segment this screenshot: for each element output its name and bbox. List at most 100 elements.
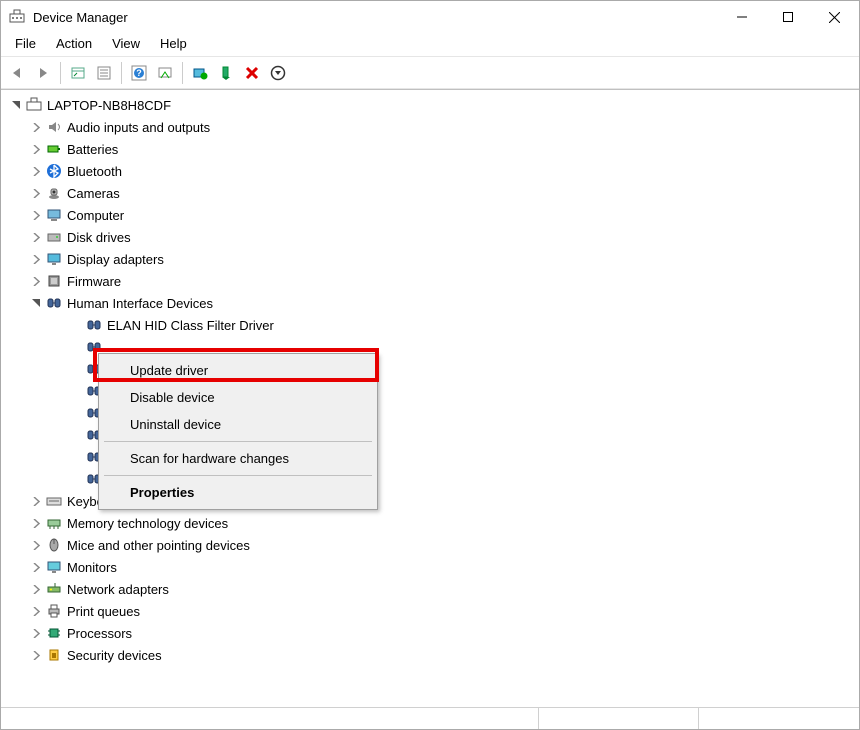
expand-icon[interactable] bbox=[29, 538, 43, 552]
tree-category[interactable]: Network adapters bbox=[3, 578, 857, 600]
tree-category-label: Display adapters bbox=[67, 252, 164, 267]
context-menu: Update driverDisable deviceUninstall dev… bbox=[98, 353, 378, 510]
computer-icon bbox=[45, 206, 63, 224]
tree-category-label: Mice and other pointing devices bbox=[67, 538, 250, 553]
expand-icon[interactable] bbox=[29, 164, 43, 178]
tree-category[interactable]: Batteries bbox=[3, 138, 857, 160]
tree-spacer bbox=[69, 450, 83, 464]
expand-icon[interactable] bbox=[29, 582, 43, 596]
app-icon bbox=[9, 9, 25, 25]
tree-category[interactable]: Human Interface Devices bbox=[3, 292, 857, 314]
forward-button[interactable] bbox=[31, 61, 55, 85]
close-button[interactable] bbox=[811, 2, 857, 32]
tree-spacer bbox=[69, 340, 83, 354]
expand-icon[interactable] bbox=[29, 120, 43, 134]
context-menu-item[interactable]: Update driver bbox=[102, 357, 374, 384]
tree-spacer bbox=[69, 318, 83, 332]
tree-spacer bbox=[69, 472, 83, 486]
tree-category-label: Audio inputs and outputs bbox=[67, 120, 210, 135]
minimize-button[interactable] bbox=[719, 2, 765, 32]
tree-category[interactable]: Cameras bbox=[3, 182, 857, 204]
printer-icon bbox=[45, 602, 63, 620]
menu-help[interactable]: Help bbox=[150, 33, 197, 56]
toolbar-separator bbox=[60, 62, 61, 84]
tree-spacer bbox=[69, 362, 83, 376]
menu-action[interactable]: Action bbox=[46, 33, 102, 56]
scan-toolbar-button[interactable] bbox=[153, 61, 177, 85]
context-menu-item[interactable]: Scan for hardware changes bbox=[102, 445, 374, 472]
maximize-button[interactable] bbox=[765, 2, 811, 32]
mouse-icon bbox=[45, 536, 63, 554]
enable-toolbar-button[interactable] bbox=[214, 61, 238, 85]
status-pane bbox=[699, 708, 859, 729]
hid-icon bbox=[85, 316, 103, 334]
expand-icon[interactable] bbox=[29, 142, 43, 156]
tree-category-label: Bluetooth bbox=[67, 164, 122, 179]
tree-category-label: Network adapters bbox=[67, 582, 169, 597]
expand-icon[interactable] bbox=[29, 274, 43, 288]
audio-icon bbox=[45, 118, 63, 136]
monitor-icon bbox=[45, 558, 63, 576]
tree-category-label: Print queues bbox=[67, 604, 140, 619]
menu-view[interactable]: View bbox=[102, 33, 150, 56]
expand-icon[interactable] bbox=[29, 516, 43, 530]
context-menu-item[interactable]: Properties bbox=[102, 479, 374, 506]
context-menu-separator bbox=[104, 441, 372, 442]
tree-device[interactable]: ELAN HID Class Filter Driver bbox=[3, 314, 857, 336]
tree-category[interactable]: Disk drives bbox=[3, 226, 857, 248]
tree-category-label: Firmware bbox=[67, 274, 121, 289]
statusbar bbox=[1, 707, 859, 729]
tree-device-label: ELAN HID Class Filter Driver bbox=[107, 318, 274, 333]
tree-category[interactable]: Computer bbox=[3, 204, 857, 226]
tree-category[interactable]: Bluetooth bbox=[3, 160, 857, 182]
show-hidden-button[interactable] bbox=[66, 61, 90, 85]
titlebar: Device Manager bbox=[1, 1, 859, 33]
tree-category[interactable]: Print queues bbox=[3, 600, 857, 622]
action-toolbar-button[interactable] bbox=[266, 61, 290, 85]
help-toolbar-button[interactable]: ? bbox=[127, 61, 151, 85]
tree-category[interactable]: Mice and other pointing devices bbox=[3, 534, 857, 556]
uninstall-toolbar-button[interactable] bbox=[240, 61, 264, 85]
security-icon bbox=[45, 646, 63, 664]
tree-category[interactable]: Display adapters bbox=[3, 248, 857, 270]
expand-icon[interactable] bbox=[29, 626, 43, 640]
expand-icon[interactable] bbox=[29, 604, 43, 618]
collapse-icon[interactable] bbox=[29, 296, 43, 310]
expand-icon[interactable] bbox=[29, 230, 43, 244]
tree-root[interactable]: LAPTOP-NB8H8CDF bbox=[3, 94, 857, 116]
tree-category[interactable]: Audio inputs and outputs bbox=[3, 116, 857, 138]
battery-icon bbox=[45, 140, 63, 158]
collapse-icon[interactable] bbox=[9, 98, 23, 112]
tree-category[interactable]: Monitors bbox=[3, 556, 857, 578]
expand-icon[interactable] bbox=[29, 208, 43, 222]
tree-category-label: Disk drives bbox=[67, 230, 131, 245]
tree-category[interactable]: Firmware bbox=[3, 270, 857, 292]
properties-toolbar-button[interactable] bbox=[92, 61, 116, 85]
firmware-icon bbox=[45, 272, 63, 290]
tree-category[interactable]: Memory technology devices bbox=[3, 512, 857, 534]
context-menu-item[interactable]: Disable device bbox=[102, 384, 374, 411]
toolbar: ? bbox=[1, 57, 859, 89]
expand-icon[interactable] bbox=[29, 648, 43, 662]
processor-icon bbox=[45, 624, 63, 642]
context-menu-item[interactable]: Uninstall device bbox=[102, 411, 374, 438]
status-pane bbox=[539, 708, 699, 729]
tree-category[interactable]: Processors bbox=[3, 622, 857, 644]
tree-spacer bbox=[69, 384, 83, 398]
expand-icon[interactable] bbox=[29, 252, 43, 266]
menu-file[interactable]: File bbox=[5, 33, 46, 56]
device-manager-window: Device Manager File Action View Help ? L… bbox=[0, 0, 860, 730]
tree-category[interactable]: Security devices bbox=[3, 644, 857, 666]
tree-spacer bbox=[69, 428, 83, 442]
tree-category-label: Memory technology devices bbox=[67, 516, 228, 531]
tree-category-label: Monitors bbox=[67, 560, 117, 575]
update-driver-toolbar-button[interactable] bbox=[188, 61, 212, 85]
expand-icon[interactable] bbox=[29, 494, 43, 508]
expand-icon[interactable] bbox=[29, 560, 43, 574]
keyboard-icon bbox=[45, 492, 63, 510]
expand-icon[interactable] bbox=[29, 186, 43, 200]
menubar: File Action View Help bbox=[1, 33, 859, 57]
display-icon bbox=[45, 250, 63, 268]
back-button[interactable] bbox=[5, 61, 29, 85]
tree-category-label: Security devices bbox=[67, 648, 162, 663]
